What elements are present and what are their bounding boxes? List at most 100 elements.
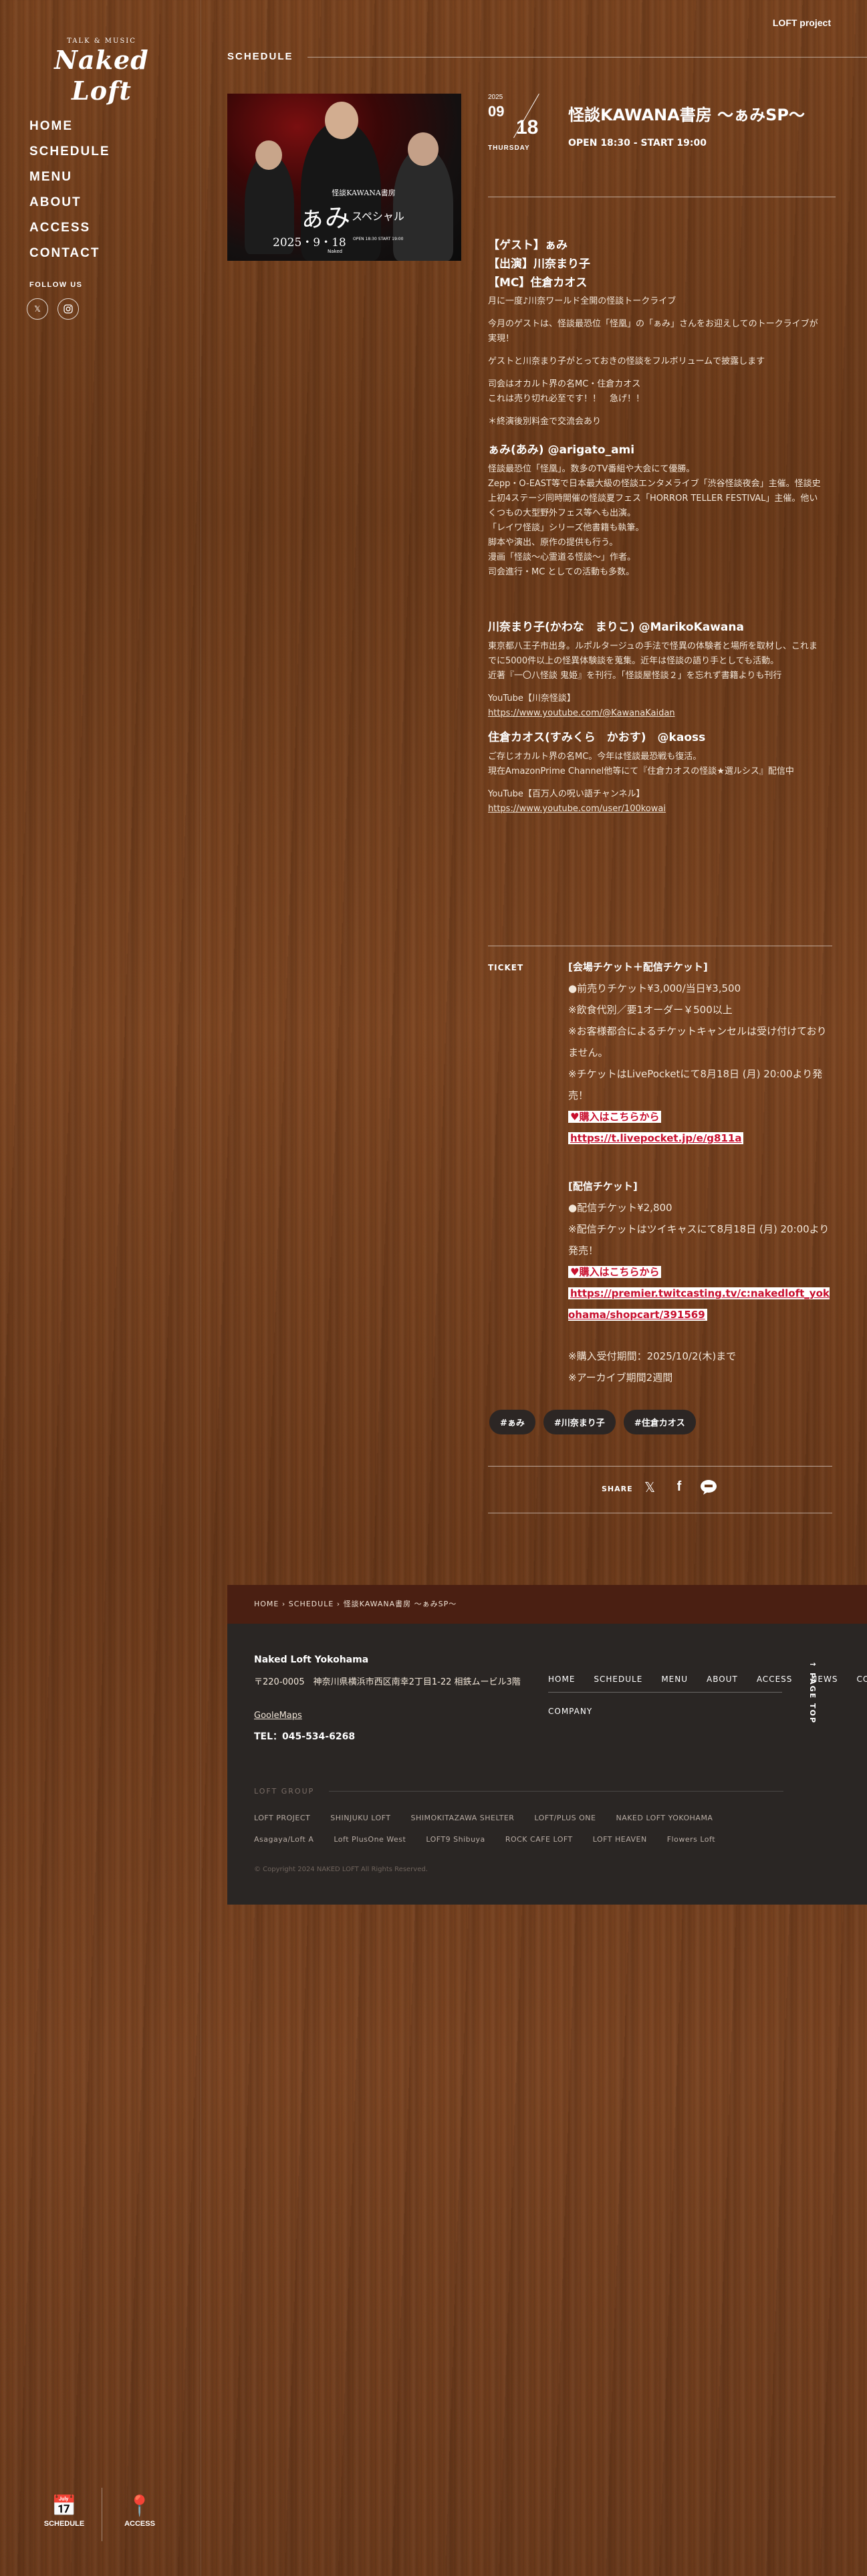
follow-us-label: FOLLOW US — [29, 281, 83, 289]
footer-nav-access[interactable]: ACCESS — [757, 1675, 793, 1684]
bottom-schedule-label: SCHEDULE — [43, 2520, 85, 2528]
group-link[interactable]: LOFT PROJECT — [254, 1814, 310, 1822]
desc-p5: ＊終演後別料金で交流会あり — [488, 417, 602, 427]
event-day: 18 — [516, 116, 539, 138]
kawana-profile-line: 近著『一〇八怪談 鬼姫』を刊行。「怪談屋怪談２」を忘れず書籍よりも刊行 — [488, 671, 782, 681]
group-link[interactable]: Flowers Loft — [667, 1835, 715, 1844]
event-description: 【ゲスト】ぁみ 【出演】川奈まり子 【MC】住倉カオス 月に一度♪川奈ワールド全… — [488, 235, 826, 817]
breadcrumb-separator: › — [336, 1600, 344, 1608]
ami-profile-line: 司会進行・MC としての活動も多数。 — [488, 567, 635, 577]
nav-schedule[interactable]: SCHEDULE — [29, 144, 110, 170]
venue-ticket-line: ※お客様都合によるチケットキャンセルは受け付けておりません。 — [568, 1025, 827, 1059]
footer-venue-name: Naked Loft Yokohama — [254, 1654, 369, 1665]
ticket-note: ※アーカイブ期間2週間 — [568, 1372, 673, 1384]
stream-ticket-heading: [配信チケット] — [568, 1180, 638, 1192]
venue-ticket-line: ※飲食代別／要1オーダー￥500以上 — [568, 1004, 733, 1016]
kawana-profile-line: 東京都八王子市出身。ルポルタージュの手法で怪異の体験者と場所を取材し、これまでに… — [488, 641, 818, 666]
ami-profile-line: 脚本や演出、原作の提供も行う。 — [488, 538, 618, 548]
ami-profile-line: 漫画「怪談～心霊道る怪談～」作者。 — [488, 552, 636, 562]
logo-tagline: TALK & MUSIC — [67, 37, 136, 45]
breadcrumb-home[interactable]: HOME — [254, 1600, 279, 1608]
loft-project-link[interactable]: LOFT project — [773, 17, 831, 28]
nav-menu[interactable]: MENU — [29, 170, 110, 195]
venue-ticket-line: ※チケットはLivePocketにて8月18日 (月) 20:00より発売！ — [568, 1068, 823, 1101]
tag-sumikura[interactable]: #住倉カオス — [623, 1410, 696, 1434]
facebook-share-icon[interactable]: f — [670, 1479, 689, 1495]
page-top-button[interactable]: ↑ PAGE TOP — [803, 1661, 817, 1724]
x-social-icon[interactable]: 𝕏 — [27, 298, 48, 320]
page-top-label: PAGE TOP — [808, 1673, 817, 1724]
footer-nav-company[interactable]: COMPANY — [548, 1707, 592, 1716]
chaos-profile-line: 現在AmazonPrime Channel他等にて『住倉カオスの怪談★選ルシス』… — [488, 766, 794, 776]
stream-buy-label: ♥購入はこちらから — [568, 1266, 662, 1278]
section-title-rule — [307, 57, 867, 58]
footer-nav-home[interactable]: HOME — [548, 1675, 575, 1684]
footer-address: 〒220-0005 神奈川県横浜市西区南幸2丁目1-22 相鉄ムービル3階 — [254, 1677, 521, 1687]
footer-nav-about[interactable]: ABOUT — [707, 1675, 738, 1684]
group-link[interactable]: LOFT/PLUS ONE — [534, 1814, 596, 1822]
group-link[interactable]: LOFT HEAVEN — [593, 1835, 647, 1844]
group-link[interactable]: Loft PlusOne West — [334, 1835, 406, 1844]
breadcrumb: HOME › SCHEDULE › 怪談KAWANA書房 〜ぁみSP〜 — [254, 1598, 457, 1609]
kawana-youtube-link[interactable]: https://www.youtube.com/@KawanaKaidan — [488, 706, 826, 721]
guest-line: 【ゲスト】ぁみ — [488, 239, 568, 252]
group-link[interactable]: NAKED LOFT YOKOHAMA — [616, 1814, 713, 1822]
nav-home[interactable]: HOME — [29, 119, 110, 144]
nav-contact[interactable]: CONTACT — [29, 246, 110, 272]
tag-ami[interactable]: #ぁみ — [489, 1410, 535, 1434]
poster-special-text: スペシャル — [352, 210, 404, 223]
site-footer: Naked Loft Yokohama 〒220-0005 神奈川県横浜市西区南… — [227, 1624, 867, 1905]
event-poster-image: 怪談KAWANA書房 ぁみ スペシャル 2025・9・18 OPEN 18:30… — [227, 94, 461, 261]
poster-open-time: OPEN 18:30 START 19:00 — [353, 237, 404, 241]
footer-nav-contact[interactable]: CONTACT — [856, 1675, 867, 1684]
footer-nav: HOME SCHEDULE MENU ABOUT ACCESS NEWS CON… — [548, 1675, 867, 1684]
share-top-rule — [488, 1466, 832, 1467]
poster-face-right — [408, 132, 439, 166]
tag-kawana[interactable]: #川奈まり子 — [543, 1410, 616, 1434]
desc-p4b: これは売り切れ必至です！！ 急げ！！ — [488, 394, 645, 404]
ticket-label: TICKET — [488, 963, 524, 972]
instagram-glyph — [64, 304, 73, 314]
nav-about[interactable]: ABOUT — [29, 195, 110, 221]
line-share-icon[interactable] — [699, 1479, 718, 1499]
poster-main-text: ぁみ — [299, 203, 351, 233]
stream-ticket-line: ※配信チケットはツイキャスにて8月18日 (月) 20:00より発売！ — [568, 1223, 830, 1257]
venue-ticket-line: ●前売りチケット¥3,000/当日¥3,500 — [568, 982, 741, 994]
main-nav: HOME SCHEDULE MENU ABOUT ACCESS CONTACT — [29, 119, 110, 272]
event-year: 2025 — [488, 94, 503, 101]
footer-nav-schedule[interactable]: SCHEDULE — [594, 1675, 642, 1684]
stream-ticket-link[interactable]: https://premier.twitcasting.tv/c:nakedlo… — [568, 1287, 830, 1321]
share-label: SHARE — [602, 1485, 633, 1493]
event-title: 怪談KAWANA書房 〜ぁみSP〜 — [568, 106, 805, 124]
footer-nav-rule — [548, 1692, 782, 1693]
venue-ticket-link[interactable]: https://t.livepocket.jp/e/g811a — [568, 1132, 744, 1144]
section-title: SCHEDULE — [227, 51, 293, 62]
footer-map-link[interactable]: GooleMaps — [254, 1711, 302, 1721]
bottom-access-button[interactable]: 📍 ACCESS — [102, 2488, 177, 2541]
group-links-row-2: Asagaya/Loft A Loft PlusOne West LOFT9 S… — [254, 1835, 789, 1844]
cast-line: 【出演】川奈まり子 — [488, 257, 590, 271]
group-link[interactable]: ROCK CAFE LOFT — [505, 1835, 573, 1844]
line-glyph — [701, 1480, 717, 1495]
instagram-icon[interactable] — [57, 298, 79, 320]
stream-ticket-line: ●配信チケット¥2,800 — [568, 1202, 672, 1214]
poster-face-center — [325, 102, 358, 139]
calendar-icon: 📅 — [51, 2495, 77, 2517]
footer-nav-menu[interactable]: MENU — [661, 1675, 688, 1684]
copyright: © Copyright 2024 NAKED LOFT All Rights R… — [254, 1866, 428, 1873]
nav-access[interactable]: ACCESS — [29, 221, 110, 246]
poster-date: 2025・9・18 — [273, 236, 346, 249]
bottom-schedule-button[interactable]: 📅 SCHEDULE — [27, 2488, 102, 2541]
breadcrumb-schedule[interactable]: SCHEDULE — [289, 1600, 334, 1608]
group-link[interactable]: LOFT9 Shibuya — [426, 1835, 485, 1844]
footer-phone: TEL：045-534-6268 — [254, 1731, 356, 1742]
group-link[interactable]: Asagaya/Loft A — [254, 1835, 314, 1844]
group-link[interactable]: SHIMOKITAZAWA SHELTER — [411, 1814, 515, 1822]
chaos-youtube-link[interactable]: https://www.youtube.com/user/100kowai — [488, 802, 826, 817]
loft-group-rule — [329, 1791, 783, 1792]
group-link[interactable]: SHINJUKU LOFT — [330, 1814, 390, 1822]
poster-face-left — [255, 140, 282, 170]
x-share-icon[interactable]: 𝕏 — [640, 1479, 659, 1495]
chaos-profile-line: ご存じオカルト界の名MC。今年は怪談最恐戦も復活。 — [488, 752, 702, 762]
site-logo[interactable]: TALK & MUSIC Naked Loft — [35, 37, 168, 106]
